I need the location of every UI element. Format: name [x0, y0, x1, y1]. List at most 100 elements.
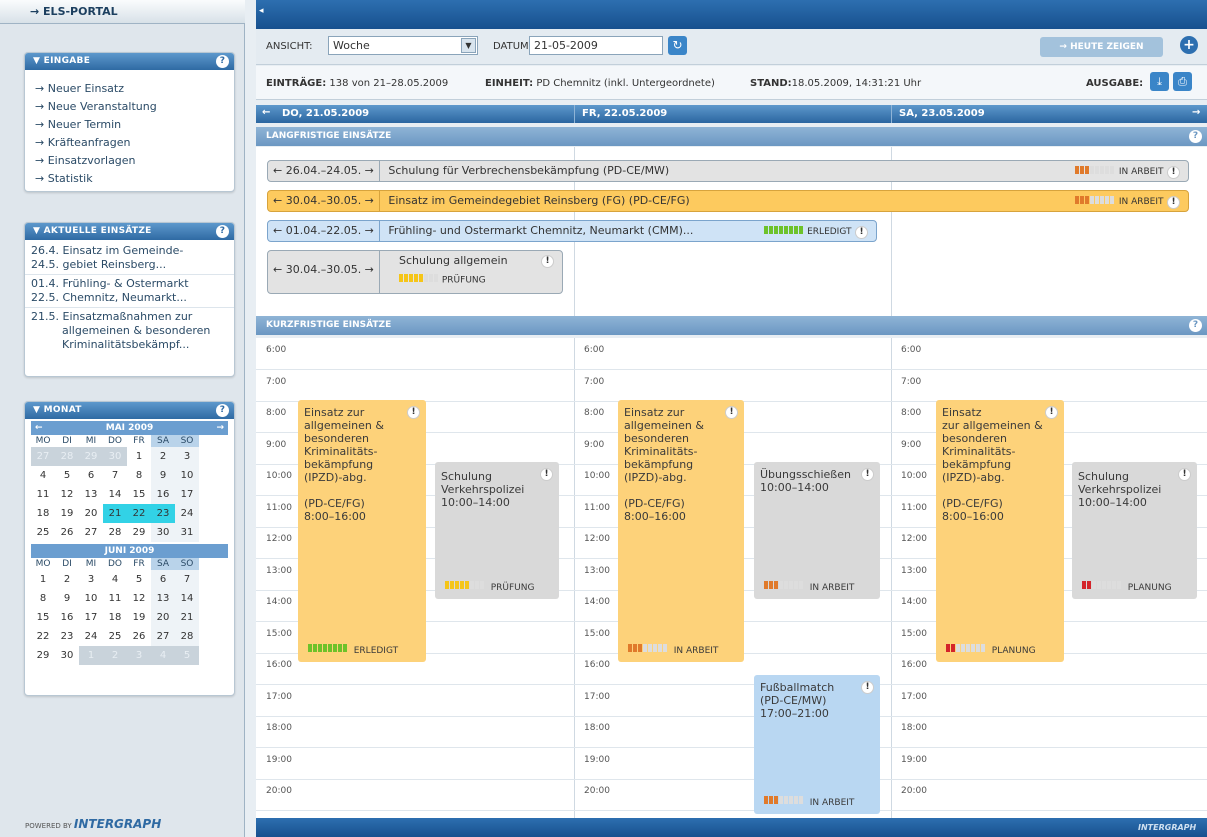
- event-d1a[interactable]: Einsatz zur allgemeinen & besonderen Krimin…: [298, 400, 426, 662]
- info-icon[interactable]: !: [725, 406, 738, 419]
- calendar-day[interactable]: 27: [151, 627, 175, 646]
- calendar-day[interactable]: 21: [103, 504, 127, 523]
- event-d1b[interactable]: Schulung Verkehrspolizei 10:00–14:00 ! PRÜ…: [435, 462, 559, 599]
- info-icon[interactable]: !: [1167, 196, 1180, 209]
- calendar-day[interactable]: 22: [127, 504, 151, 523]
- help-icon[interactable]: ?: [216, 225, 229, 238]
- calendar-day[interactable]: 18: [31, 504, 55, 523]
- print-icon[interactable]: ⎙: [1173, 72, 1192, 91]
- calendar-day[interactable]: 5: [55, 466, 79, 485]
- calendar-day[interactable]: 19: [55, 504, 79, 523]
- calendar-day[interactable]: 9: [55, 589, 79, 608]
- next-day-icon[interactable]: →: [1192, 107, 1200, 118]
- calendar-day[interactable]: 12: [127, 589, 151, 608]
- calendar-day[interactable]: 12: [55, 485, 79, 504]
- help-icon[interactable]: ?: [1189, 319, 1202, 332]
- lang-bar-4[interactable]: ← 30.04.–30.05. → Schulung allgemein ! P…: [267, 250, 563, 294]
- menu-einsatzvorlagen[interactable]: → Einsatzvorlagen: [25, 152, 234, 170]
- info-icon[interactable]: !: [540, 468, 553, 481]
- calendar-day[interactable]: 6: [151, 570, 175, 589]
- calendar-day[interactable]: 23: [55, 627, 79, 646]
- calendar-day[interactable]: 1: [79, 646, 103, 665]
- calendar-day[interactable]: 18: [103, 608, 127, 627]
- calendar-day[interactable]: 20: [151, 608, 175, 627]
- pdf-icon[interactable]: ⤓: [1150, 72, 1169, 91]
- aktuelle-item[interactable]: 01.4. Frühling- & Ostermarkt 22.5. Chemn…: [25, 275, 234, 308]
- menu-neue-veranstaltung[interactable]: → Neue Veranstaltung: [25, 98, 234, 116]
- menu-neuer-termin[interactable]: → Neuer Termin: [25, 116, 234, 134]
- calendar-day[interactable]: 28: [55, 447, 79, 466]
- calendar-day[interactable]: 17: [79, 608, 103, 627]
- calendar-day[interactable]: 4: [103, 570, 127, 589]
- portal-title[interactable]: → ELS-PORTAL: [0, 0, 245, 24]
- calendar-day[interactable]: 3: [127, 646, 151, 665]
- event-d3a[interactable]: Einsatz zur allgemeinen & besonderen Krimin…: [936, 400, 1064, 662]
- chevron-down-icon[interactable]: ▼: [461, 38, 476, 53]
- ansicht-select[interactable]: Woche ▼: [328, 36, 478, 55]
- info-icon[interactable]: !: [1167, 166, 1180, 179]
- calendar-day[interactable]: 4: [31, 466, 55, 485]
- calendar-day[interactable]: 1: [127, 447, 151, 466]
- calendar-day[interactable]: 23: [151, 504, 175, 523]
- next-month-icon[interactable]: →: [216, 421, 224, 435]
- calendar-day[interactable]: 24: [79, 627, 103, 646]
- calendar-day[interactable]: 16: [151, 485, 175, 504]
- calendar-day[interactable]: 2: [55, 570, 79, 589]
- refresh-icon[interactable]: ↻: [668, 36, 687, 55]
- calendar-day[interactable]: 29: [127, 523, 151, 542]
- calendar-day[interactable]: 26: [127, 627, 151, 646]
- calendar-day[interactable]: 25: [31, 523, 55, 542]
- info-icon[interactable]: !: [1045, 406, 1058, 419]
- menu-statistik[interactable]: → Statistik: [25, 170, 234, 188]
- calendar-day[interactable]: 6: [79, 466, 103, 485]
- calendar-day[interactable]: 7: [175, 570, 199, 589]
- lang-bar-1[interactable]: ← 26.04.–24.05. → Schulung für Verbreche…: [267, 160, 1189, 182]
- calendar-day[interactable]: 15: [31, 608, 55, 627]
- calendar-day[interactable]: 10: [175, 466, 199, 485]
- calendar-day[interactable]: 7: [103, 466, 127, 485]
- datum-input[interactable]: 21-05-2009: [529, 36, 663, 55]
- calendar-day[interactable]: 1: [31, 570, 55, 589]
- calendar-day[interactable]: 28: [175, 627, 199, 646]
- calendar-day[interactable]: 11: [103, 589, 127, 608]
- calendar-day[interactable]: 13: [79, 485, 103, 504]
- calendar-day[interactable]: 4: [151, 646, 175, 665]
- calendar-day[interactable]: 19: [127, 608, 151, 627]
- calendar-day[interactable]: 8: [127, 466, 151, 485]
- aktuelle-header[interactable]: ▼ AKTUELLE EINSÄTZE?: [25, 223, 234, 240]
- monat-header[interactable]: ▼ MONAT?: [25, 402, 234, 419]
- info-icon[interactable]: !: [1178, 468, 1191, 481]
- calendar-day[interactable]: 27: [79, 523, 103, 542]
- calendar-day[interactable]: 17: [175, 485, 199, 504]
- calendar-day[interactable]: 13: [151, 589, 175, 608]
- calendar-day[interactable]: 14: [175, 589, 199, 608]
- info-icon[interactable]: !: [861, 468, 874, 481]
- calendar-day[interactable]: 29: [79, 447, 103, 466]
- calendar-day[interactable]: 25: [103, 627, 127, 646]
- lang-bar-3[interactable]: ← 01.04.–22.05. → Frühling- und Ostermar…: [267, 220, 877, 242]
- calendar-day[interactable]: 28: [103, 523, 127, 542]
- help-icon[interactable]: ?: [1189, 130, 1202, 143]
- help-icon[interactable]: ?: [216, 55, 229, 68]
- calendar-day[interactable]: 30: [103, 447, 127, 466]
- event-d3b[interactable]: Schulung Verkehrspolizei 10:00–14:00 ! PLA…: [1072, 462, 1197, 599]
- calendar-day[interactable]: 5: [175, 646, 199, 665]
- prev-day-icon[interactable]: ←: [262, 107, 270, 118]
- event-d2c[interactable]: Fußballmatch (PD-CE/MW) 17:00–21:00 ! IN A…: [754, 675, 880, 814]
- calendar-day[interactable]: 27: [31, 447, 55, 466]
- aktuelle-item[interactable]: 21.5. Einsatzmaßnahmen zur allgemeinen &…: [25, 308, 234, 354]
- aktuelle-item[interactable]: 26.4. Einsatz im Gemeinde- 24.5. gebiet …: [25, 240, 234, 275]
- calendar-day[interactable]: 9: [151, 466, 175, 485]
- calendar-day[interactable]: 22: [31, 627, 55, 646]
- event-d2b[interactable]: Übungsschießen 10:00–14:00 ! IN ARBEIT: [754, 462, 880, 599]
- info-icon[interactable]: !: [861, 681, 874, 694]
- calendar-day[interactable]: 3: [79, 570, 103, 589]
- lang-bar-2[interactable]: ← 30.04.–30.05. → Einsatz im Gemeindegeb…: [267, 190, 1189, 212]
- calendar-day[interactable]: 2: [151, 447, 175, 466]
- calendar-day[interactable]: 11: [31, 485, 55, 504]
- event-d2a[interactable]: Einsatz zur allgemeinen & besonderen Krimin…: [618, 400, 744, 662]
- menu-neuer-einsatz[interactable]: → Neuer Einsatz: [25, 80, 234, 98]
- eingabe-header[interactable]: ▼ EINGABE?: [25, 53, 234, 70]
- calendar-day[interactable]: 29: [31, 646, 55, 665]
- calendar-day[interactable]: 2: [103, 646, 127, 665]
